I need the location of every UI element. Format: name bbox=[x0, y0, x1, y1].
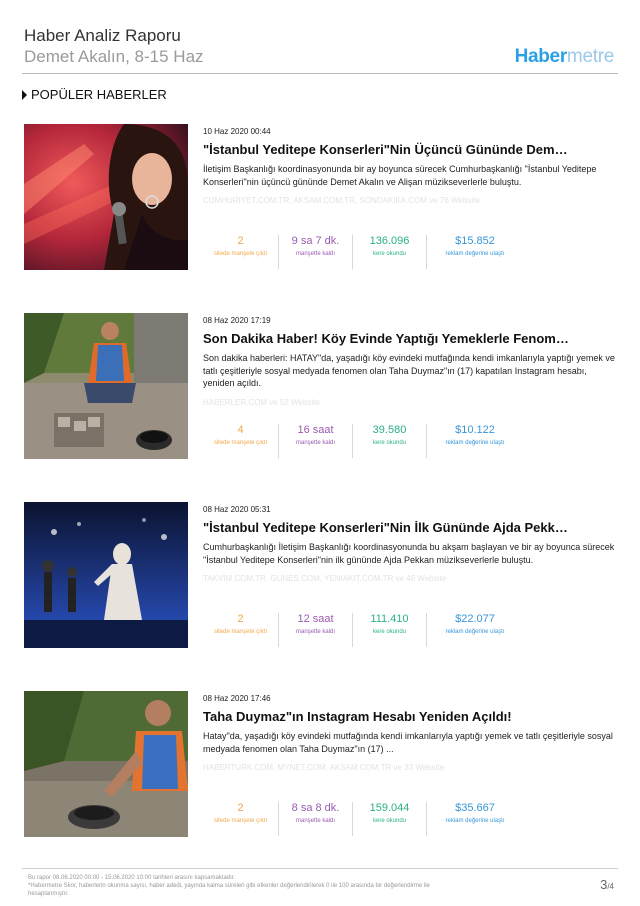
logo-part-haber: Haber bbox=[514, 46, 568, 67]
news-headline[interactable]: "İstanbul Yeditepe Konserleri"Nin İlk Gü… bbox=[203, 520, 616, 535]
stat-label: kere okundu bbox=[372, 251, 407, 257]
news-sources: HABERTURK.COM, MYNET.COM, AKSAM.COM.TR v… bbox=[203, 763, 445, 772]
section-heading: POPÜLER HABERLER bbox=[22, 87, 167, 102]
stat-headline-count: 2 sitede manşete çıktı bbox=[203, 235, 279, 269]
stat-read-count: 159.044 kere okundu bbox=[353, 802, 427, 836]
page-indicator: 3/4 bbox=[600, 876, 614, 894]
stat-read-count: 136.096 kere okundu bbox=[353, 235, 427, 269]
news-stats: 2 sitede manşete çıktı 8 sa 8 dk. manşette… bbox=[203, 802, 533, 836]
news-date: 08 Haz 2020 17:19 bbox=[203, 316, 271, 325]
footer-score-note: *Habermetre Skor, haberlerin okunma sayı… bbox=[28, 883, 430, 897]
news-summary: Cumhurbaşkanlığı İletişim Başkanlığı koo… bbox=[203, 542, 615, 565]
stat-value: 4 bbox=[237, 424, 244, 436]
stat-label: reklam değerine ulaştı bbox=[445, 251, 505, 257]
stat-label: sitede manşete çıktı bbox=[213, 818, 268, 824]
news-body: 08 Haz 2020 17:46 Taha Duymaz"ın Instagr… bbox=[203, 691, 616, 772]
stat-headline-duration: 16 saat manşette kaldı bbox=[279, 424, 353, 458]
logo-part-metre: metre bbox=[566, 46, 614, 67]
news-sources: TAKVIM.COM.TR, GUNES.COM, YENIAKIT.COM.T… bbox=[203, 574, 447, 583]
stat-value: 2 bbox=[237, 235, 244, 247]
footer-divider bbox=[22, 868, 618, 869]
news-body: 10 Haz 2020 00:44 "İstanbul Yeditepe Kon… bbox=[203, 124, 616, 205]
stat-label: reklam değerine ulaştı bbox=[445, 629, 505, 635]
stat-label: kere okundu bbox=[372, 629, 407, 635]
news-stats: 2 sitede manşete çıktı 9 sa 7 dk. manşette… bbox=[203, 235, 533, 269]
stat-label: sitede manşete çıktı bbox=[213, 251, 268, 257]
stat-value: $10.122 bbox=[455, 424, 495, 436]
news-stats: 4 sitede manşete çıktı 16 saat manşette ka… bbox=[203, 424, 533, 458]
triangle-right-icon bbox=[22, 89, 27, 100]
stat-headline-count: 4 sitede manşete çıktı bbox=[203, 424, 279, 458]
stat-value: 111.410 bbox=[370, 613, 409, 625]
stat-headline-count: 2 sitede manşete çıktı bbox=[203, 802, 279, 836]
report-subtitle: Demet Akalın, 8-15 Haz bbox=[24, 47, 204, 66]
news-headline[interactable]: Son Dakika Haber! Köy Evinde Yaptığı Yem… bbox=[203, 331, 616, 346]
stat-headline-duration: 8 sa 8 dk. manşette kaldı bbox=[279, 802, 353, 836]
stat-label: manşette kaldı bbox=[295, 818, 336, 824]
stat-value: 12 saat bbox=[297, 613, 334, 625]
header-divider bbox=[22, 73, 618, 74]
news-item[interactable]: 08 Haz 2020 17:19 Son Dakika Haber! Köy … bbox=[24, 313, 616, 459]
stat-value: 16 saat bbox=[297, 424, 334, 436]
news-headline[interactable]: Taha Duymaz"ın Instagram Hesabı Yeniden … bbox=[203, 709, 616, 724]
news-body: 08 Haz 2020 05:31 "İstanbul Yeditepe Kon… bbox=[203, 502, 616, 583]
stat-label: kere okundu bbox=[372, 440, 407, 446]
stat-label: sitede manşete çıktı bbox=[213, 629, 268, 635]
stat-ad-value: $35.667 reklam değerine ulaştı bbox=[427, 802, 523, 836]
news-stats: 2 sitede manşete çıktı 12 saat manşette ka… bbox=[203, 613, 533, 647]
footer-date-range: Bu rapor 08.06.2020 00:00 - 15.06.2020 1… bbox=[28, 875, 236, 881]
news-sources: CUMHURIYET.COM.TR, AKSAM.COM.TR, SONDAKI… bbox=[203, 196, 480, 205]
report-title: Haber Analiz Raporu bbox=[24, 26, 181, 45]
stat-label: manşette kaldı bbox=[295, 629, 336, 635]
stat-headline-duration: 12 saat manşette kaldı bbox=[279, 613, 353, 647]
news-sources: HABERLER.COM ve 52 Website bbox=[203, 397, 320, 407]
stat-value: 8 sa 8 dk. bbox=[291, 802, 340, 814]
stat-headline-count: 2 sitede manşete çıktı bbox=[203, 613, 279, 647]
habermetre-logo: Habermetre bbox=[514, 46, 615, 68]
stat-value: $22.077 bbox=[455, 613, 495, 625]
stat-ad-value: $10.122 reklam değerine ulaştı bbox=[427, 424, 523, 458]
news-item[interactable]: 08 Haz 2020 17:46 Taha Duymaz"ın Instagr… bbox=[24, 691, 616, 837]
news-date: 10 Haz 2020 00:44 bbox=[203, 127, 271, 136]
news-body: 08 Haz 2020 17:19 Son Dakika Haber! Köy … bbox=[203, 313, 616, 407]
stat-ad-value: $15.852 reklam değerine ulaştı bbox=[427, 235, 523, 269]
stat-label: sitede manşete çıktı bbox=[213, 440, 268, 446]
news-thumbnail bbox=[24, 124, 188, 270]
stat-label: manşette kaldı bbox=[295, 251, 336, 257]
stat-label: reklam değerine ulaştı bbox=[445, 818, 505, 824]
news-item[interactable]: 08 Haz 2020 05:31 "İstanbul Yeditepe Kon… bbox=[24, 502, 616, 648]
stat-value: 159.044 bbox=[369, 802, 410, 814]
footer-notes: Bu rapor 08.06.2020 00:00 - 15.06.2020 1… bbox=[28, 874, 468, 898]
stat-value: 2 bbox=[237, 802, 244, 814]
news-summary: Hatay"da, yaşadığı köy evindeki mutfağın… bbox=[203, 731, 613, 754]
stat-value: $15.852 bbox=[455, 235, 495, 247]
stat-ad-value: $22.077 reklam değerine ulaştı bbox=[427, 613, 523, 647]
stat-value: 9 sa 7 dk. bbox=[291, 235, 340, 247]
stat-value: 136.096 bbox=[369, 235, 410, 247]
news-summary: İletişim Başkanlığı koordinasyonunda bir… bbox=[203, 164, 597, 187]
stat-value: 2 bbox=[237, 613, 244, 625]
news-summary: Son dakika haberleri: HATAY"da, yaşadığı… bbox=[203, 353, 615, 388]
stat-read-count: 39.580 kere okundu bbox=[353, 424, 427, 458]
news-thumbnail bbox=[24, 313, 188, 459]
stat-label: reklam değerine ulaştı bbox=[445, 440, 505, 446]
stat-read-count: 111.410 kere okundu bbox=[353, 613, 427, 647]
stat-value: $35.667 bbox=[455, 802, 495, 814]
page-total: /4 bbox=[607, 882, 614, 891]
news-date: 08 Haz 2020 17:46 bbox=[203, 694, 271, 703]
stat-value: 39.580 bbox=[372, 424, 407, 436]
stat-label: kere okundu bbox=[372, 818, 407, 824]
section-title: POPÜLER HABERLER bbox=[31, 87, 167, 102]
stat-label: manşette kaldı bbox=[295, 440, 336, 446]
news-item[interactable]: 10 Haz 2020 00:44 "İstanbul Yeditepe Kon… bbox=[24, 124, 616, 270]
news-thumbnail bbox=[24, 502, 188, 648]
news-thumbnail bbox=[24, 691, 188, 837]
news-headline[interactable]: "İstanbul Yeditepe Konserleri"Nin Üçüncü… bbox=[203, 142, 616, 157]
news-date: 08 Haz 2020 05:31 bbox=[203, 505, 271, 514]
stat-headline-duration: 9 sa 7 dk. manşette kaldı bbox=[279, 235, 353, 269]
